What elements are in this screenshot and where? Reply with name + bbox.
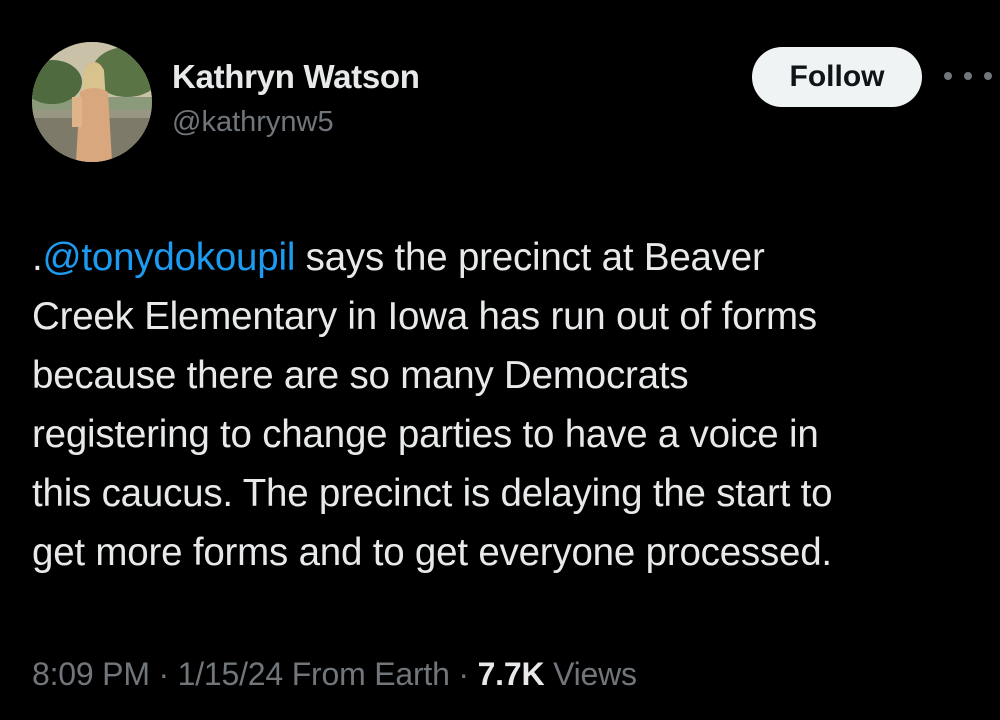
tweet-line: .@tonydokoupil says the precinct at Beav… <box>32 228 987 287</box>
views-label: Views <box>544 656 637 692</box>
mention-link[interactable]: @tonydokoupil <box>43 236 296 279</box>
avatar[interactable] <box>32 42 152 162</box>
tweet-line: because there are so many Democrats <box>32 354 689 397</box>
user-handle[interactable]: @kathrynw5 <box>172 106 334 139</box>
display-name[interactable]: Kathryn Watson <box>172 58 420 96</box>
tweet-line-text: says the precinct at Beaver <box>295 236 765 279</box>
dot <box>964 72 972 80</box>
tweet-date[interactable]: 1/15/24 <box>178 656 284 692</box>
tweet-meta: 8:09 PM · 1/15/24 From Earth · 7.7K View… <box>32 656 637 693</box>
tweet-time[interactable]: 8:09 PM <box>32 656 150 692</box>
tweet-line: this caucus. The precinct is delaying th… <box>32 472 833 515</box>
separator: · <box>449 656 478 692</box>
tweet-text: .@tonydokoupil says the precinct at Beav… <box>32 228 987 582</box>
views-count[interactable]: 7.7K <box>478 656 545 692</box>
separator: · <box>149 656 178 692</box>
tweet-prefix: . <box>32 236 43 279</box>
more-horizontal-icon[interactable] <box>944 62 992 90</box>
tweet-line: Creek Elementary in Iowa has run out of … <box>32 295 817 338</box>
tweet-card: Kathryn Watson @kathrynw5 Follow .@tonyd… <box>0 0 1000 720</box>
follow-button[interactable]: Follow <box>752 47 922 107</box>
avatar-photo <box>32 42 152 162</box>
dot <box>984 72 992 80</box>
tweet-line: registering to change parties to have a … <box>32 413 819 456</box>
tweet-source: From Earth <box>283 656 450 692</box>
dot <box>944 72 952 80</box>
tweet-line: get more forms and to get everyone proce… <box>32 531 832 574</box>
